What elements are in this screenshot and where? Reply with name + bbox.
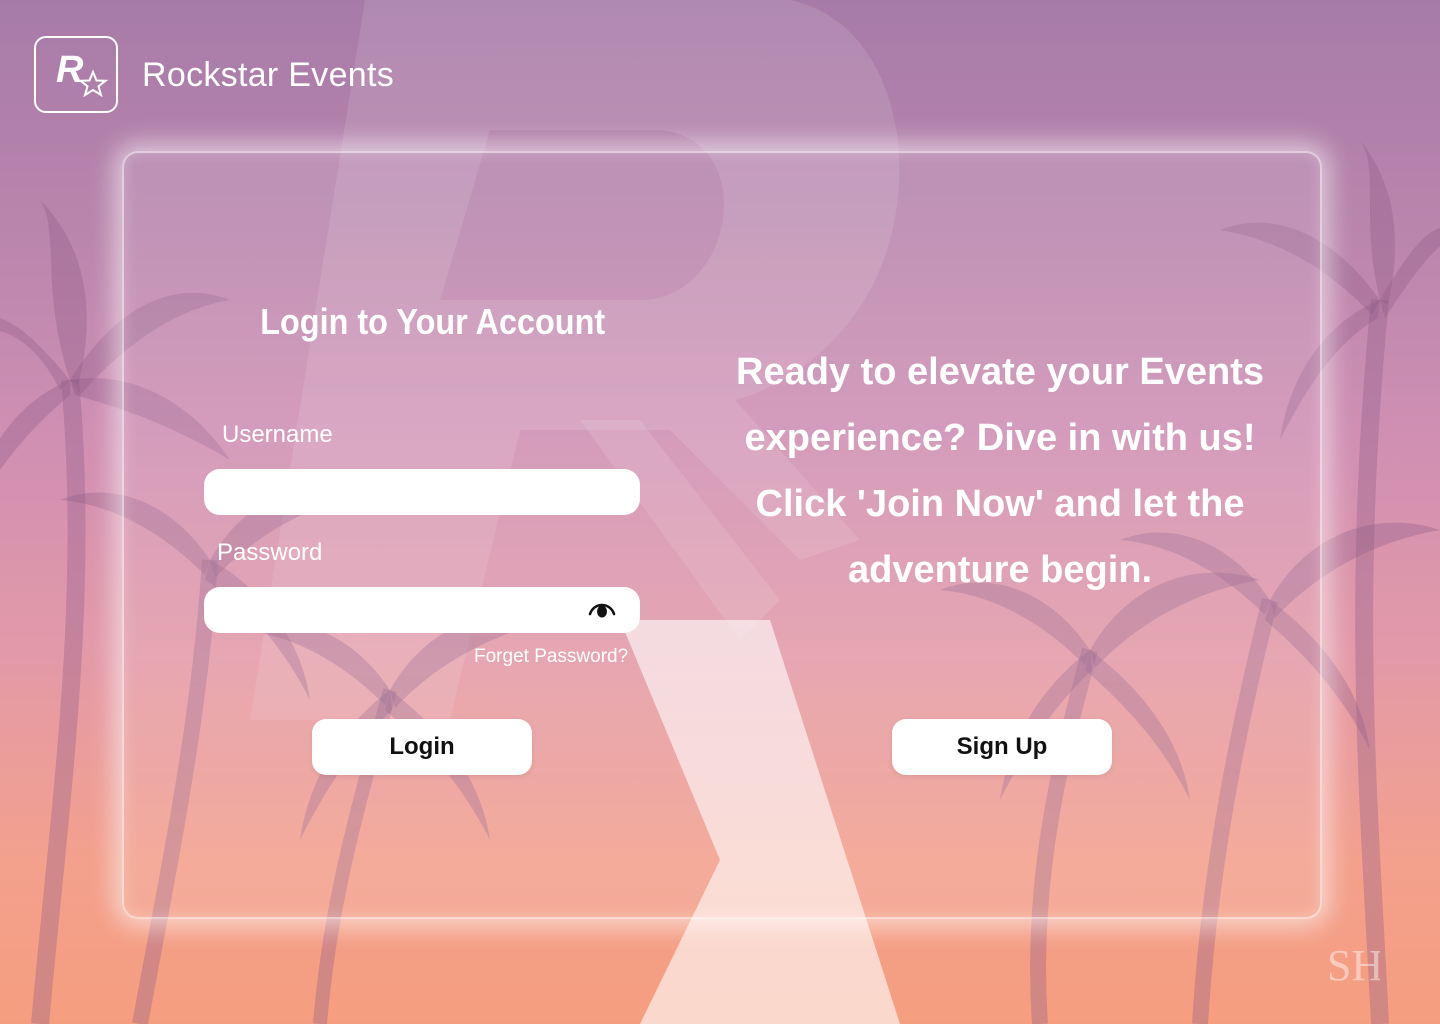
auth-card: Login to Your Account Username Password … [122, 151, 1322, 919]
rockstar-logo-icon: R [56, 49, 109, 98]
brand-name: Rockstar Events [142, 56, 395, 94]
password-label: Password [217, 539, 323, 566]
watermark-text: SH [1330, 941, 1380, 990]
sign-up-button[interactable]: Sign Up [892, 719, 1112, 775]
eye-icon [588, 603, 616, 618]
monogram-watermark: SH [1330, 941, 1380, 990]
forgot-password-link[interactable]: Forget Password? [474, 646, 628, 668]
username-input[interactable] [204, 469, 640, 515]
login-title: Login to Your Account [260, 301, 606, 342]
show-password-toggle[interactable] [588, 597, 616, 623]
password-input[interactable] [204, 587, 640, 633]
username-label: Username [222, 421, 333, 448]
promo-message: Ready to elevate your Events experience?… [736, 351, 1264, 591]
login-button[interactable]: Login [312, 719, 532, 775]
brand-logo[interactable]: R [34, 36, 118, 113]
star-icon [77, 69, 109, 98]
logo-letter: R [56, 49, 84, 91]
